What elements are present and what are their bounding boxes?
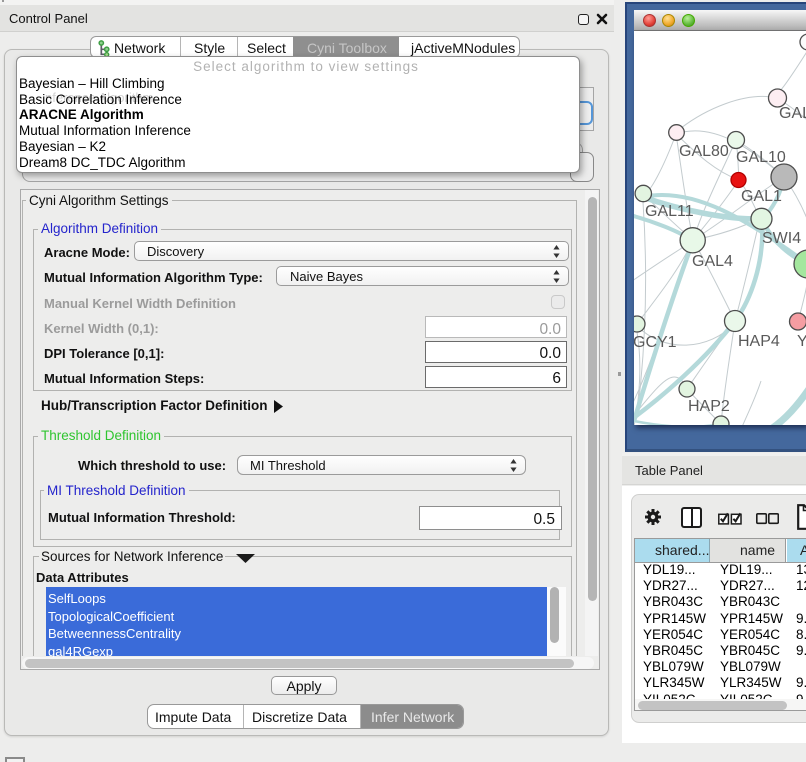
svg-text:SWI4: SWI4 xyxy=(762,230,801,247)
svg-text:HAP4: HAP4 xyxy=(738,333,780,350)
svg-text:GAL7: GAL7 xyxy=(779,105,806,122)
svg-text:GAL11: GAL11 xyxy=(645,203,694,220)
svg-text:GCY1: GCY1 xyxy=(634,334,677,351)
svg-text:Y: Y xyxy=(797,333,806,350)
svg-text:GAL4: GAL4 xyxy=(692,253,733,270)
svg-text:GAL1: GAL1 xyxy=(741,188,782,205)
svg-text:HAP2: HAP2 xyxy=(688,398,730,415)
svg-text:GAL80: GAL80 xyxy=(679,143,729,160)
svg-text:GAL10: GAL10 xyxy=(736,149,786,166)
